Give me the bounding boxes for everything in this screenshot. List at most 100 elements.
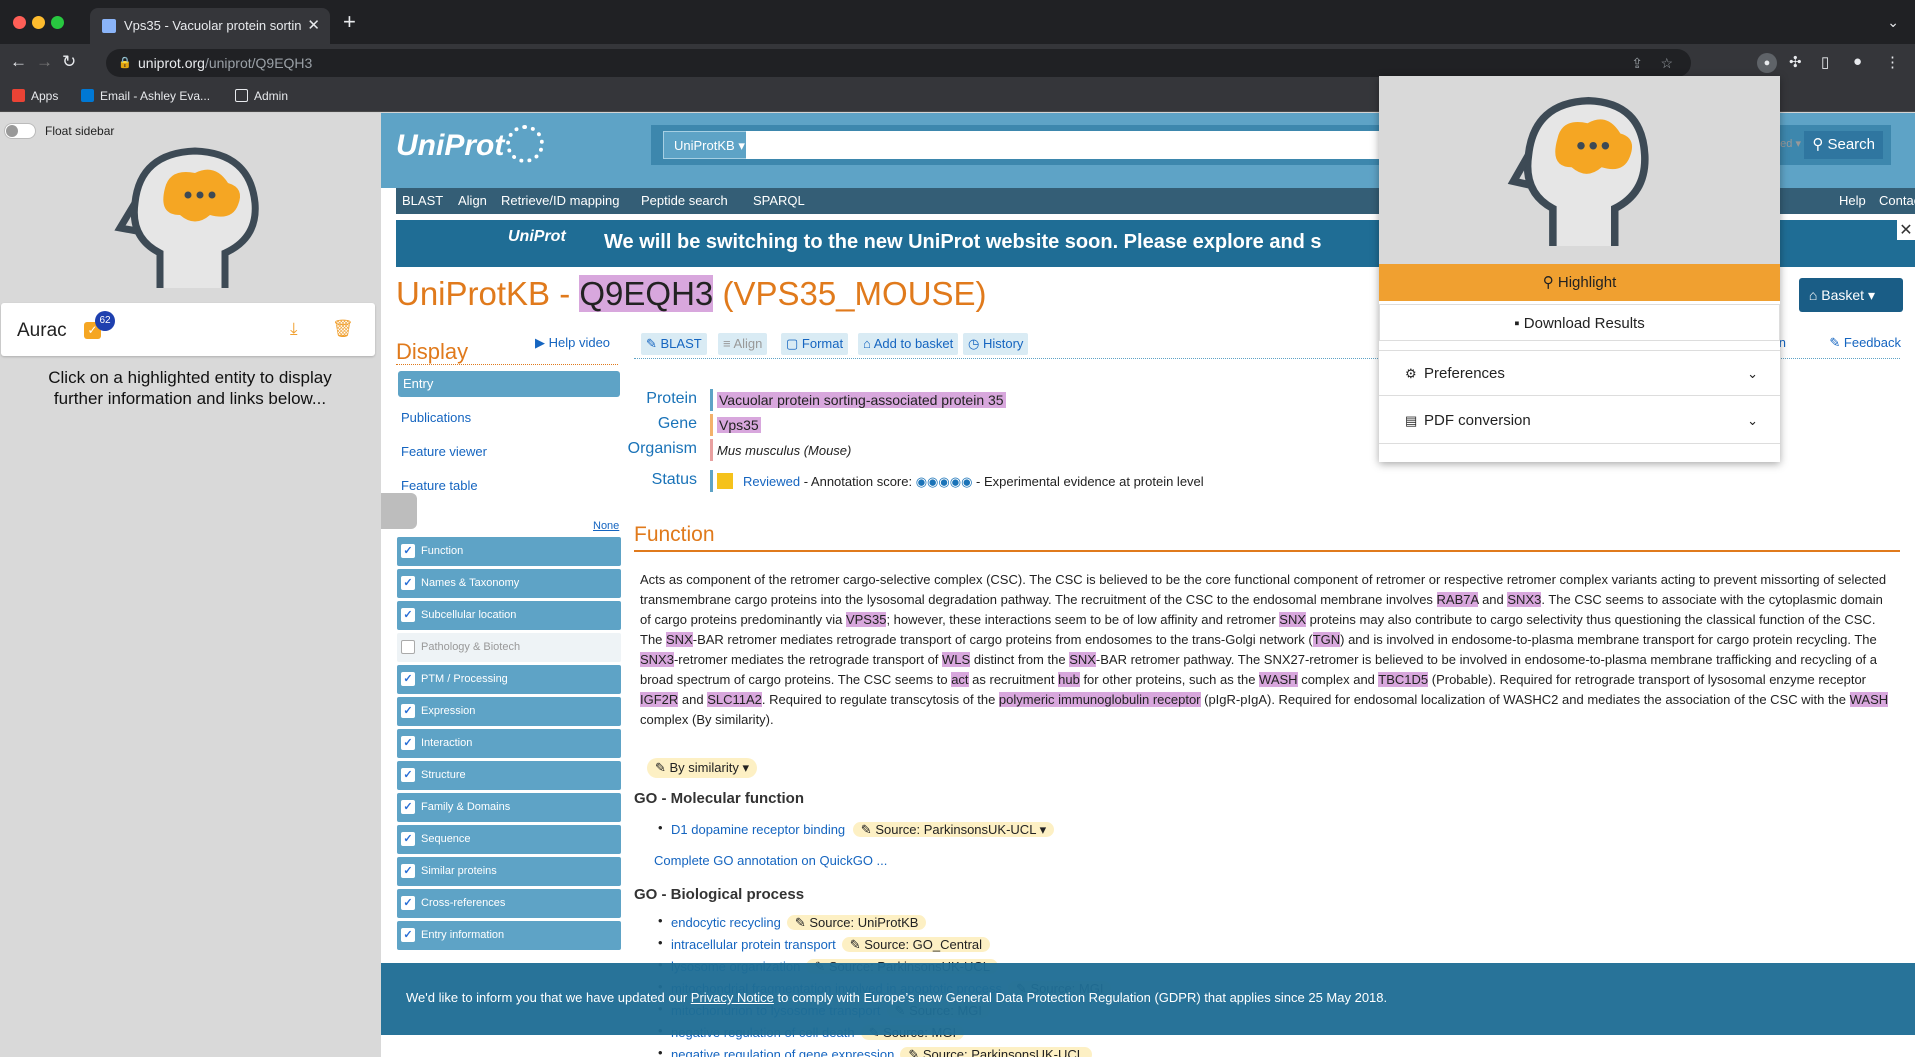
section-toggle[interactable]: ✓ Pathology & Biotech bbox=[397, 633, 621, 662]
advanced-search-link[interactable]: ed ▾ bbox=[1780, 137, 1801, 150]
section-toggle[interactable]: ✓ Sequence bbox=[397, 825, 621, 854]
go-term-link[interactable]: intracellular protein transport bbox=[671, 937, 836, 952]
bookmark-star-icon[interactable]: ☆ bbox=[1660, 49, 1673, 77]
source-badge[interactable]: ✎ Source: UniProtKB bbox=[786, 915, 927, 930]
back-icon[interactable]: ← bbox=[10, 52, 27, 72]
section-toggle[interactable]: ✓ Cross-references bbox=[397, 889, 621, 918]
section-toggle[interactable]: ✓ Entry information bbox=[397, 921, 621, 950]
checkbox-icon[interactable]: ✓ bbox=[401, 608, 415, 622]
extensions-icon[interactable]: ✣ bbox=[1789, 53, 1802, 71]
highlight-button[interactable]: ⚲ Highlight bbox=[1379, 264, 1780, 301]
database-select[interactable]: UniProtKB ▾ bbox=[663, 131, 756, 159]
share-icon[interactable]: ⇪ bbox=[1631, 49, 1643, 77]
pdf-conversion-row[interactable]: ▤ PDF conversion ⌄ bbox=[1379, 398, 1780, 444]
url-field[interactable]: 🔒 uniprot.org/uniprot/Q9EQH3 ⇪ ☆ bbox=[106, 49, 1691, 77]
checkbox-icon[interactable]: ✓ bbox=[401, 576, 415, 590]
toolbar-align[interactable]: ≡ Align bbox=[718, 333, 768, 355]
toolbar-format[interactable]: ▢ Format bbox=[781, 333, 849, 355]
aurac-floating-button[interactable] bbox=[381, 493, 417, 529]
checkbox-icon[interactable]: ✓ bbox=[401, 640, 415, 654]
protein-name[interactable]: Vacuolar protein sorting-associated prot… bbox=[717, 392, 1006, 408]
browser-tab[interactable]: Vps35 - Vacuolar protein sortin ✕ bbox=[90, 8, 330, 44]
side-panel-icon[interactable]: ▯ bbox=[1821, 53, 1829, 71]
checkbox-icon[interactable]: ✓ bbox=[401, 864, 415, 878]
nav-contact[interactable]: Contact bbox=[1879, 193, 1915, 208]
accession-highlight[interactable]: Q9EQH3 bbox=[579, 275, 714, 312]
nav-help[interactable]: Help bbox=[1839, 193, 1866, 208]
menu-feature-table[interactable]: Feature table bbox=[401, 478, 478, 493]
select-none-link[interactable]: None bbox=[593, 520, 619, 532]
menu-entry[interactable]: Entry bbox=[398, 371, 620, 397]
checkbox-icon[interactable]: ✓ bbox=[401, 544, 415, 558]
section-toggle[interactable]: ✓ Interaction bbox=[397, 729, 621, 758]
organism-name[interactable]: Mus musculus (Mouse) bbox=[717, 443, 851, 458]
toolbar-history[interactable]: ◷ History bbox=[963, 333, 1029, 355]
maximize-window-button[interactable] bbox=[51, 16, 64, 29]
section-toggle[interactable]: ✓ Names & Taxonomy bbox=[397, 569, 621, 598]
minimize-window-button[interactable] bbox=[32, 16, 45, 29]
float-sidebar-toggle[interactable] bbox=[4, 123, 36, 139]
source-badge[interactable]: ✎ Source: ParkinsonsUK-UCL ▾ bbox=[852, 822, 1055, 837]
preferences-row[interactable]: ⚙ Preferences ⌄ bbox=[1379, 350, 1780, 396]
section-toggle[interactable]: ✓ Subcellular location bbox=[397, 601, 621, 630]
go-term-link[interactable]: endocytic recycling bbox=[671, 915, 781, 930]
entity-count-badge: 62 bbox=[95, 311, 115, 331]
by-similarity-badge[interactable]: ✎ By similarity ▾ bbox=[647, 758, 757, 778]
section-toggle[interactable]: ✓ Family & Domains bbox=[397, 793, 621, 822]
reviewed-link[interactable]: Reviewed bbox=[743, 474, 800, 489]
go-bp-heading: GO - Biological process bbox=[634, 886, 805, 903]
section-toggle[interactable]: ✓ Structure bbox=[397, 761, 621, 790]
section-toggle[interactable]: ✓ Function bbox=[397, 537, 621, 566]
download-results-button[interactable]: ▪ Download Results bbox=[1379, 304, 1780, 341]
trash-icon[interactable]: 🗑 bbox=[332, 319, 354, 339]
nav-sparql[interactable]: SPARQL bbox=[753, 193, 805, 208]
bookmark-apps[interactable]: Apps bbox=[12, 89, 58, 103]
nav-retrieve[interactable]: Retrieve/ID mapping bbox=[501, 193, 620, 208]
section-toggle[interactable]: ✓ Expression bbox=[397, 697, 621, 726]
checkbox-icon[interactable]: ✓ bbox=[401, 800, 415, 814]
privacy-notice-link[interactable]: Privacy Notice bbox=[691, 990, 774, 1005]
basket-button[interactable]: ⌂ Basket ▾ bbox=[1798, 278, 1903, 312]
checkbox-icon[interactable]: ✓ bbox=[401, 704, 415, 718]
browser-menu-icon[interactable]: ⋮ bbox=[1885, 53, 1900, 71]
source-badge[interactable]: ✎ Source: GO_Central bbox=[841, 937, 991, 952]
checkbox-icon[interactable]: ✓ bbox=[401, 768, 415, 782]
banner-close-icon[interactable]: ✕ bbox=[1897, 220, 1915, 240]
help-video-link[interactable]: ▶ Help video bbox=[535, 335, 610, 351]
menu-feature-viewer[interactable]: Feature viewer bbox=[401, 444, 487, 459]
toolbar-blast[interactable]: ✎ BLAST bbox=[641, 333, 707, 355]
bookmark-email[interactable]: Email - Ashley Eva... bbox=[81, 89, 210, 103]
profile-icon[interactable]: ● bbox=[1853, 53, 1862, 70]
checkbox-icon[interactable]: ✓ bbox=[401, 832, 415, 846]
bookmark-admin[interactable]: Admin bbox=[235, 89, 288, 103]
search-button[interactable]: ⚲ Search bbox=[1804, 131, 1883, 159]
source-badge[interactable]: ✎ Source: ParkinsonsUK-UCL bbox=[900, 1047, 1092, 1057]
checkbox-icon[interactable]: ✓ bbox=[401, 736, 415, 750]
close-tab-icon[interactable]: ✕ bbox=[307, 8, 320, 44]
checkbox-icon[interactable]: ✓ bbox=[401, 896, 415, 910]
complete-go-link[interactable]: Complete GO annotation on QuickGO ... bbox=[654, 853, 887, 868]
gene-name[interactable]: Vps35 bbox=[717, 417, 761, 433]
menu-publications[interactable]: Publications bbox=[401, 410, 471, 425]
forward-icon[interactable]: → bbox=[36, 52, 53, 72]
nav-peptide[interactable]: Peptide search bbox=[641, 193, 728, 208]
close-window-button[interactable] bbox=[13, 16, 26, 29]
aurac-extension-icon[interactable]: ● bbox=[1757, 53, 1777, 73]
checkbox-icon[interactable]: ✓ bbox=[401, 672, 415, 686]
new-tab-button[interactable]: + bbox=[343, 11, 356, 33]
nav-align[interactable]: Align bbox=[458, 193, 487, 208]
uniprot-logo[interactable]: UniProt bbox=[396, 125, 545, 163]
feedback-link[interactable]: ✎ Feedback bbox=[1829, 335, 1901, 351]
go-term-link[interactable]: negative regulation of gene expression bbox=[671, 1047, 894, 1057]
go-term-link[interactable]: D1 dopamine receptor binding bbox=[671, 822, 845, 837]
nav-blast[interactable]: BLAST bbox=[402, 193, 443, 208]
download-icon[interactable]: ⤓ bbox=[290, 319, 298, 339]
aurac-sidebar: Float sidebar Aurac ✓ 62 ⤓ 🗑 Click on a … bbox=[0, 113, 381, 1057]
reload-icon[interactable]: ↻ bbox=[62, 52, 76, 72]
toolbar-add-basket[interactable]: ⌂ Add to basket bbox=[858, 333, 959, 355]
tab-search-icon[interactable]: ⌄ bbox=[1887, 14, 1899, 31]
section-label: Similar proteins bbox=[421, 865, 497, 877]
section-toggle[interactable]: ✓ Similar proteins bbox=[397, 857, 621, 886]
checkbox-icon[interactable]: ✓ bbox=[401, 928, 415, 942]
section-toggle[interactable]: ✓ PTM / Processing bbox=[397, 665, 621, 694]
